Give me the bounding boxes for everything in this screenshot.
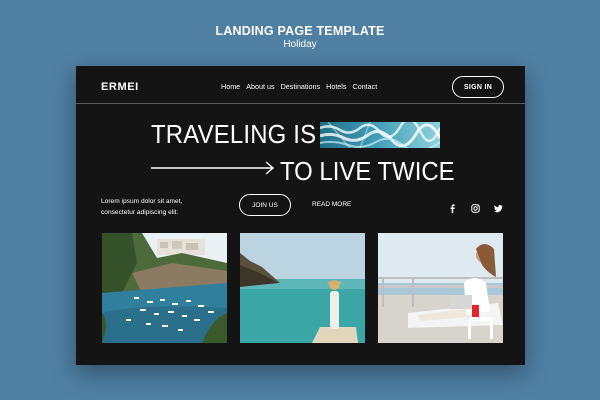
woman-with-laptop-photo bbox=[378, 233, 503, 343]
nav-item-destinations[interactable]: Destinations bbox=[281, 82, 321, 91]
template-title: LANDING PAGE TEMPLATE bbox=[215, 24, 385, 38]
instagram-icon[interactable] bbox=[471, 200, 480, 213]
nav-item-contact[interactable]: Contact bbox=[353, 82, 378, 91]
top-nav: ERMEI Home About us Destinations Hotels … bbox=[76, 66, 525, 106]
facebook-icon[interactable] bbox=[448, 200, 457, 213]
arrow-right-icon bbox=[151, 161, 275, 175]
brand-logo[interactable]: ERMEI bbox=[101, 81, 139, 93]
intro-line: Lorem ipsum dolor sit amet, bbox=[101, 198, 183, 205]
sign-in-button[interactable]: SIGN IN bbox=[452, 76, 504, 98]
nav-menu: Home About us Destinations Hotels Contac… bbox=[221, 82, 377, 91]
join-us-button[interactable]: JOIN US bbox=[239, 194, 291, 216]
ocean-waves-image bbox=[320, 122, 440, 148]
landing-page-mockup: ERMEI Home About us Destinations Hotels … bbox=[76, 66, 525, 365]
nav-item-about-us[interactable]: About us bbox=[246, 82, 274, 91]
template-subtitle: Holiday bbox=[283, 39, 317, 50]
hero-headline-line1: TRAVELING IS bbox=[151, 119, 317, 149]
nav-item-home[interactable]: Home bbox=[221, 82, 240, 91]
coastal-bay-photo bbox=[102, 233, 227, 343]
intro-line: consectetur adipiscing elit. bbox=[101, 209, 179, 216]
nav-item-hotels[interactable]: Hotels bbox=[326, 82, 346, 91]
nav-divider bbox=[76, 103, 525, 104]
social-links bbox=[448, 200, 503, 213]
woman-on-pier-photo bbox=[240, 233, 365, 343]
hero-headline-line2: TO LIVE TWICE bbox=[280, 156, 455, 186]
twitter-icon[interactable] bbox=[494, 200, 503, 213]
read-more-link[interactable]: READ MORE bbox=[312, 201, 351, 208]
intro-text: Lorem ipsum dolor sit amet, consectetur … bbox=[101, 196, 211, 218]
